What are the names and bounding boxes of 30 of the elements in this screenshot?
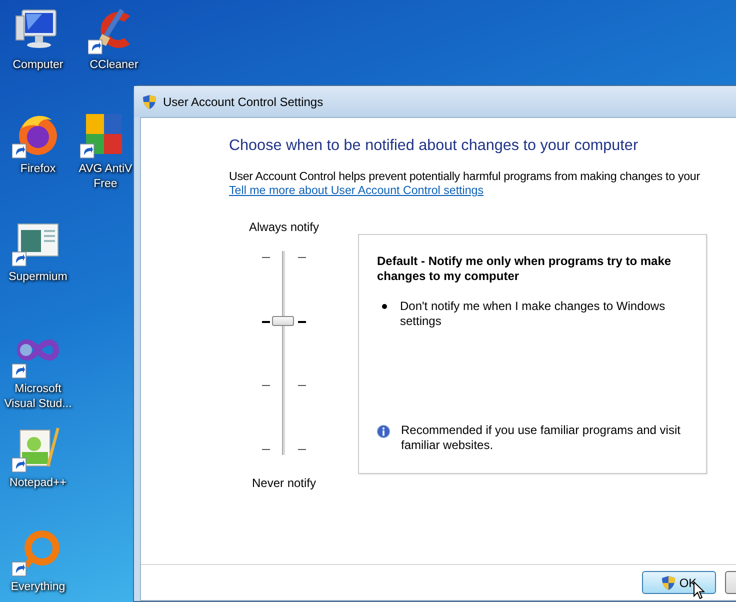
tick-mark: [298, 321, 306, 323]
icon-label[interactable]: Firefox: [20, 162, 56, 177]
icon-label[interactable]: Supermium: [8, 270, 68, 285]
info-icon: [377, 423, 390, 440]
tick-mark: [262, 385, 270, 386]
tick-mark: [262, 321, 270, 323]
slider-label: Never notify: [252, 476, 316, 490]
tick-mark: [298, 385, 306, 386]
icon-label[interactable]: Microsoft Visual Stud...: [4, 382, 72, 412]
slider-thumb[interactable]: [272, 316, 294, 326]
icon-label[interactable]: AVG AntiV Free: [78, 162, 132, 192]
window-title: User Account Control Settings: [163, 94, 324, 108]
shield-icon: [661, 574, 676, 590]
bullet-text: Don't notify me when I make changes to Windows settings: [400, 299, 666, 329]
tick-mark: [298, 449, 306, 450]
tick-mark: [298, 257, 306, 258]
description-text: User Account Control helps prevent potentially harmful programs from making changes to your: [229, 170, 701, 184]
note-text: Recommended if you use familiar programs and visit familiar websites.: [401, 423, 682, 453]
icon-label[interactable]: CCleaner: [90, 58, 138, 73]
bullet-icon: [382, 304, 387, 309]
tick-mark: [262, 257, 270, 258]
slider-label: Always notify: [248, 220, 320, 234]
icon-label[interactable]: Notepad++: [10, 476, 66, 491]
slider-track[interactable]: [272, 251, 296, 455]
tick-mark: [262, 449, 270, 450]
setting-title: Default - Notify me only when programs try to make changes to my computer: [377, 254, 672, 284]
icon-label[interactable]: Computer: [12, 58, 64, 73]
page-heading: Choose when to be notified about changes to your computer: [229, 137, 640, 155]
help-link[interactable]: Tell me more about User Account Control settings: [229, 184, 484, 198]
shield-icon: [142, 94, 157, 110]
